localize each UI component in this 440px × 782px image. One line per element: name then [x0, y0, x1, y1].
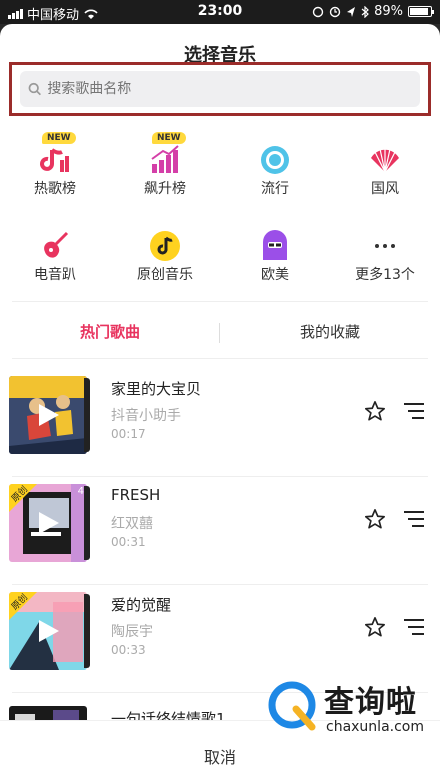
play-icon[interactable] — [34, 509, 62, 537]
new-badge: NEW — [152, 132, 186, 144]
song-cover[interactable]: 原创 — [9, 592, 87, 670]
song-cover[interactable]: 原创 4 — [9, 484, 87, 562]
song-row[interactable]: 家里的大宝贝 抖音小助手 00:17 — [0, 372, 440, 480]
more-dots-icon — [375, 244, 395, 248]
category-label: 国风 — [371, 181, 399, 197]
watermark: 查询啦 chaxunla.com — [266, 675, 438, 755]
search-bar[interactable] — [20, 71, 420, 107]
play-icon[interactable] — [34, 401, 62, 429]
status-bar: 中国移动 23:00 89% — [0, 0, 440, 24]
lock-rotation-icon — [312, 6, 324, 17]
play-icon[interactable] — [34, 617, 62, 645]
song-artist: 陶辰宇 — [111, 624, 153, 640]
watermark-subtitle: chaxunla.com — [326, 719, 424, 735]
hot-music-icon — [40, 148, 69, 172]
divider — [12, 301, 428, 302]
chinese-fan-icon — [371, 148, 399, 173]
category-western[interactable]: 欧美 — [220, 218, 330, 298]
category-label: 更多13个 — [355, 267, 415, 283]
search-highlight-box — [9, 62, 431, 116]
menu-lines-icon[interactable] — [404, 510, 424, 528]
favorite-star-icon[interactable] — [364, 616, 386, 638]
divider — [12, 476, 428, 477]
category-label: 流行 — [261, 181, 289, 197]
new-badge: NEW — [42, 132, 76, 144]
category-label: 原创音乐 — [137, 267, 193, 283]
song-duration: 00:31 — [111, 535, 146, 549]
song-row[interactable]: 原创 4 FRESH 红双囍 00:31 — [0, 480, 440, 588]
watermark-title: 查询啦 — [324, 685, 417, 720]
category-chinese-style[interactable]: 国风 — [330, 132, 440, 212]
song-duration: 00:33 — [111, 643, 146, 657]
tab-bar: 热门歌曲 我的收藏 — [0, 309, 440, 359]
original-music-icon — [150, 231, 180, 261]
category-pop[interactable]: 流行 — [220, 132, 330, 212]
category-label: 欧美 — [261, 267, 289, 283]
electric-guitar-icon — [44, 231, 69, 258]
song-artist: 红双囍 — [111, 516, 153, 532]
song-title: 家里的大宝贝 — [111, 380, 202, 398]
category-rising-chart[interactable]: NEW 飙升榜 — [110, 132, 220, 212]
disc-edge — [84, 486, 90, 560]
menu-lines-icon[interactable] — [404, 618, 424, 636]
tab-my-favorites[interactable]: 我的收藏 — [220, 321, 440, 342]
watermark-logo — [268, 681, 316, 731]
battery-percent: 89% — [374, 4, 403, 19]
song-title: FRESH — [111, 486, 161, 504]
alarm-icon — [329, 6, 341, 17]
pop-disc-icon — [261, 146, 289, 174]
menu-lines-icon[interactable] — [404, 402, 424, 420]
category-original-music[interactable]: 原创音乐 — [110, 218, 220, 298]
category-hot-chart[interactable]: NEW 热歌榜 — [0, 132, 110, 212]
category-more[interactable]: 更多13个 — [330, 218, 440, 298]
divider — [12, 584, 428, 585]
song-duration: 00:17 — [111, 427, 146, 441]
song-artist: 抖音小助手 — [111, 408, 181, 424]
disc-edge — [84, 378, 90, 452]
location-icon — [347, 6, 356, 17]
bluetooth-icon — [361, 5, 369, 18]
battery-icon — [408, 6, 434, 17]
tab-hot-songs[interactable]: 热门歌曲 — [0, 321, 220, 342]
music-picker-sheet: 选择音乐 NEW 热歌榜 NEW 飙升榜 流行 国风 电音趴 — [0, 24, 440, 782]
search-input[interactable] — [47, 81, 420, 97]
favorite-star-icon[interactable] — [364, 400, 386, 422]
disc-edge — [84, 594, 90, 668]
song-title: 爱的觉醒 — [111, 596, 172, 614]
rising-chart-icon — [151, 145, 179, 173]
category-label: 飙升榜 — [144, 181, 186, 197]
category-label: 电音趴 — [34, 267, 76, 283]
western-avatar-icon — [263, 230, 287, 260]
category-edm[interactable]: 电音趴 — [0, 218, 110, 298]
divider — [12, 358, 428, 359]
category-label: 热歌榜 — [34, 181, 76, 197]
song-cover[interactable] — [9, 376, 87, 454]
favorite-star-icon[interactable] — [364, 508, 386, 530]
search-icon — [28, 82, 41, 96]
